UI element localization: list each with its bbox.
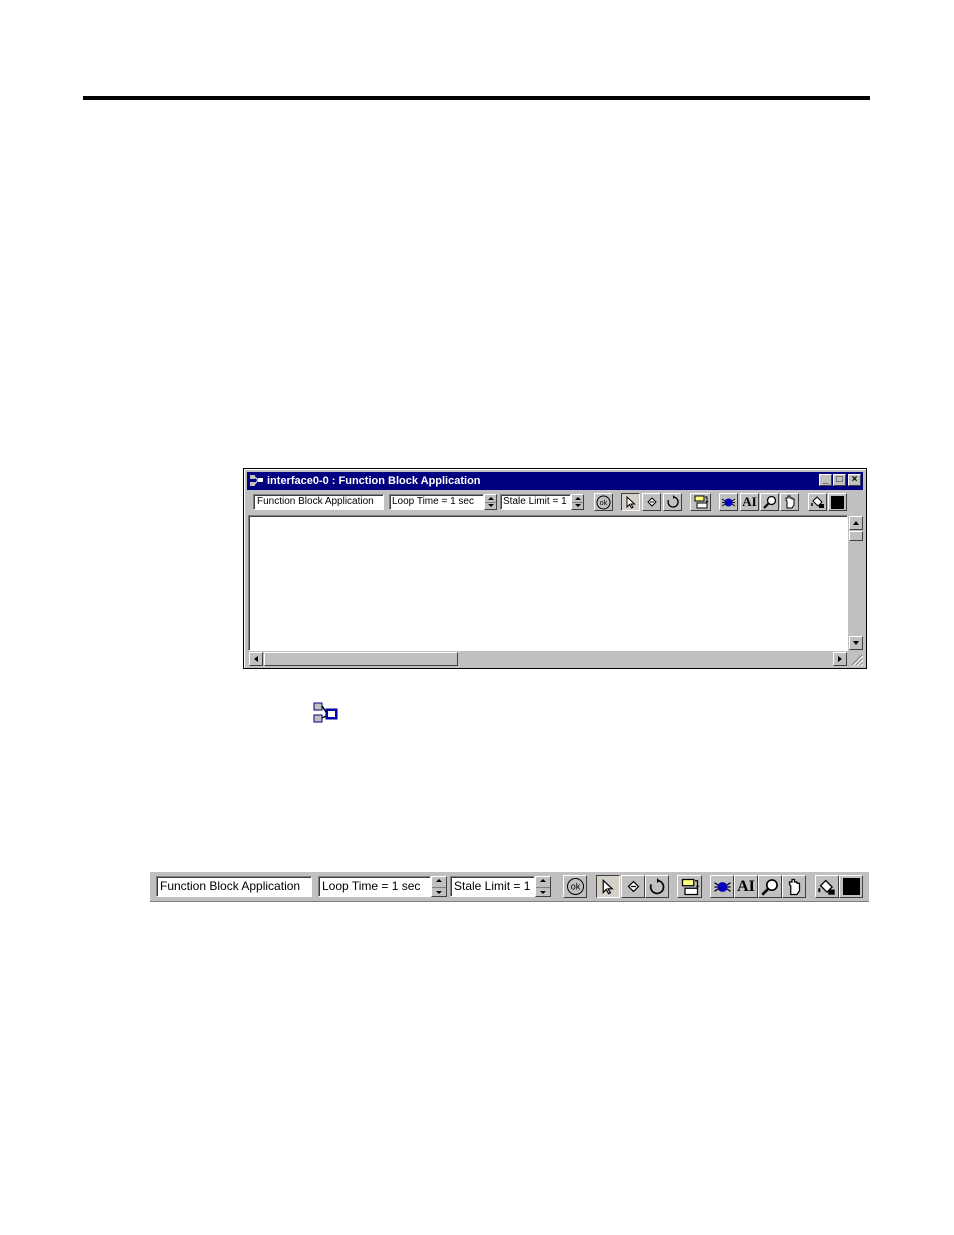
black-swatch-icon (831, 495, 844, 509)
bug-icon (721, 498, 736, 506)
link-tool-button[interactable] (642, 493, 661, 511)
bug-icon (713, 881, 731, 892)
spin-down-icon (574, 504, 581, 507)
close-icon: × (851, 474, 858, 485)
scroll-left-button[interactable] (249, 652, 263, 666)
paint-bucket-icon (810, 496, 824, 508)
spin-down-icon (436, 891, 442, 894)
circular-arrow-icon (649, 877, 665, 894)
vertical-scroll-thumb[interactable] (849, 531, 863, 541)
stale-limit-spinner-closeup[interactable] (535, 876, 551, 897)
hand-icon (788, 878, 800, 895)
svg-text:ok: ok (570, 882, 580, 892)
arrow-right-icon (838, 656, 842, 662)
svg-text:ok: ok (600, 500, 608, 507)
spin-up-icon (436, 879, 442, 882)
arrow-pointer-icon (602, 878, 614, 894)
debug-button[interactable] (719, 493, 738, 511)
maximize-button[interactable]: □ (833, 474, 846, 486)
magnifier-icon (761, 878, 778, 896)
text-tool-button[interactable]: AI (740, 493, 759, 511)
arrow-up-icon (853, 521, 859, 525)
function-block-window: interface0-0 : Function Block Applicatio… (243, 468, 867, 669)
pan-button-closeup[interactable] (782, 875, 806, 898)
magnifier-icon (762, 495, 776, 509)
horizontal-scroll-thumb[interactable] (264, 652, 458, 666)
download-button[interactable] (690, 493, 711, 511)
fill-color-button-closeup[interactable] (815, 875, 839, 898)
ok-button[interactable]: ok (594, 493, 613, 511)
arrow-pointer-icon (626, 495, 636, 509)
spin-up-icon (487, 497, 494, 500)
text-tool-button-closeup[interactable]: AI (734, 875, 758, 898)
download-device-icon (694, 495, 708, 509)
refresh-button-closeup[interactable] (645, 875, 669, 898)
debug-button-closeup[interactable] (710, 875, 734, 898)
zoom-button-closeup[interactable] (758, 875, 782, 898)
resize-grip-icon (851, 654, 864, 667)
spin-down-icon (540, 891, 546, 894)
resize-grip[interactable] (848, 651, 864, 667)
select-tool-button-closeup[interactable] (596, 875, 620, 898)
link-tool-button-closeup[interactable] (621, 875, 645, 898)
minimize-icon: _ (822, 474, 829, 485)
application-name-field-closeup[interactable]: Function Block Application (156, 876, 312, 897)
window-title: interface0-0 : Function Block Applicatio… (267, 475, 481, 487)
download-device-icon (681, 878, 699, 895)
loop-time-spinner[interactable] (484, 494, 497, 510)
toolbar-closeup: Function Block Application Loop Time = 1… (150, 871, 869, 902)
vertical-scrollbar[interactable] (848, 515, 864, 651)
minimize-button[interactable]: _ (819, 474, 832, 486)
spin-up-icon (540, 879, 546, 882)
wire-tool-icon (646, 497, 657, 507)
color-swatch-button-closeup[interactable] (839, 875, 863, 898)
application-name-field[interactable]: Function Block Application (253, 494, 384, 510)
loop-time-spinner-closeup[interactable] (431, 876, 447, 897)
stale-limit-field-closeup[interactable]: Stale Limit = 1 (450, 876, 535, 897)
arrow-left-icon (254, 656, 258, 662)
black-swatch-icon (842, 878, 860, 895)
text-ai-icon: AI (737, 877, 755, 895)
loop-time-field-closeup[interactable]: Loop Time = 1 sec (318, 876, 431, 897)
maximize-icon: □ (836, 474, 843, 485)
wire-tool-icon (627, 880, 639, 893)
fill-color-button[interactable] (808, 493, 827, 511)
paint-bucket-icon (818, 879, 835, 895)
ok-icon: ok (596, 495, 611, 509)
hand-icon (785, 495, 794, 509)
pan-button[interactable] (780, 493, 799, 511)
zoom-button[interactable] (760, 493, 779, 511)
ok-icon: ok (566, 878, 584, 895)
scroll-down-button[interactable] (849, 636, 863, 650)
function-block-canvas[interactable] (248, 515, 848, 651)
refresh-button[interactable] (663, 493, 682, 511)
text-ai-icon: AI (742, 494, 757, 509)
scroll-right-button[interactable] (833, 652, 847, 666)
circular-arrow-icon (666, 495, 679, 508)
arrow-down-icon (853, 641, 859, 645)
select-tool-button[interactable] (621, 493, 640, 511)
scroll-up-button[interactable] (849, 516, 863, 530)
download-button-closeup[interactable] (677, 875, 702, 898)
horizontal-scrollbar[interactable] (248, 651, 848, 667)
loop-time-field[interactable]: Loop Time = 1 sec (389, 494, 484, 510)
stale-limit-field[interactable]: Stale Limit = 1 (500, 494, 571, 510)
color-swatch-button[interactable] (828, 493, 847, 511)
network-icon (250, 475, 263, 486)
stale-limit-spinner[interactable] (571, 494, 584, 510)
function-block-application-icon (313, 702, 338, 723)
close-button[interactable]: × (848, 474, 861, 486)
ok-button-closeup[interactable]: ok (563, 875, 587, 898)
spin-down-icon (487, 504, 494, 507)
title-bar[interactable]: interface0-0 : Function Block Applicatio… (247, 472, 863, 490)
spin-up-icon (574, 497, 581, 500)
window-toolbar: Function Block Application Loop Time = 1… (247, 491, 863, 513)
page-header-rule (83, 96, 870, 100)
